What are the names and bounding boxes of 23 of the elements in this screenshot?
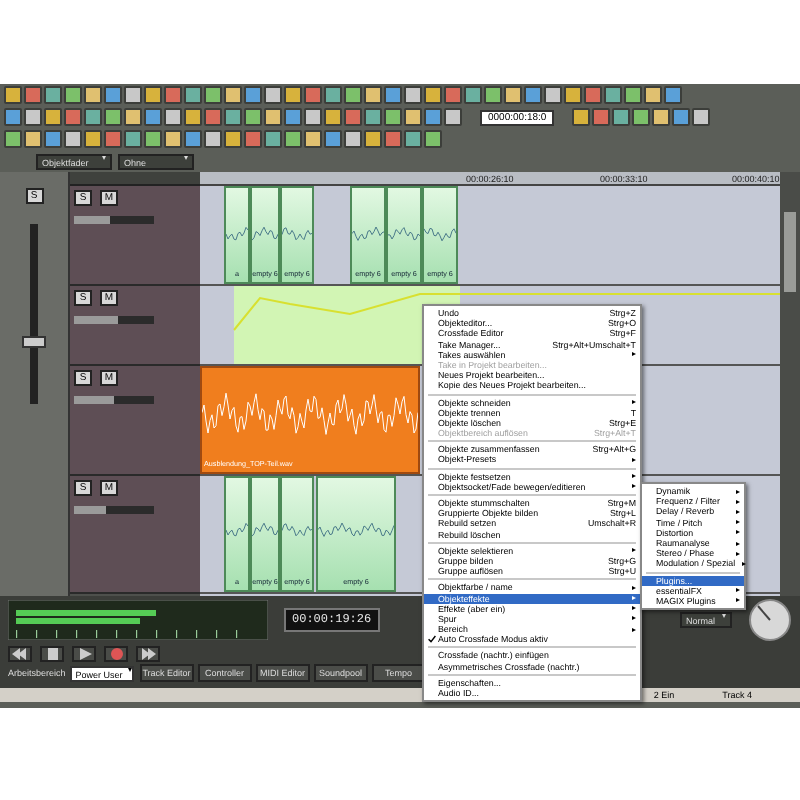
- waveform-drawing: [282, 519, 312, 540]
- waveform-drawing: [352, 223, 384, 243]
- volume-slider[interactable]: [74, 506, 154, 514]
- forward-button[interactable]: [136, 646, 160, 662]
- volume-slider[interactable]: [74, 316, 154, 324]
- volume-slider[interactable]: [74, 216, 154, 224]
- rewind-button[interactable]: [8, 646, 32, 662]
- stop-button[interactable]: [40, 646, 64, 662]
- waveform-drawing: [282, 223, 312, 243]
- waveform-drawing: [226, 223, 248, 243]
- waveform-drawing: [252, 223, 278, 243]
- waveform-drawing: [424, 223, 456, 243]
- waveform-drawing: [388, 223, 420, 243]
- fader-handle[interactable]: [22, 335, 46, 347]
- scrollbar-thumb[interactable]: [784, 212, 796, 292]
- waveform-drawing: [252, 519, 278, 540]
- knob-drawing[interactable]: [748, 598, 792, 642]
- volume-slider[interactable]: [74, 396, 154, 404]
- waveform-drawing: [226, 519, 248, 540]
- play-button[interactable]: [72, 646, 96, 662]
- automation-curve[interactable]: [233, 293, 780, 331]
- record-button[interactable]: [104, 646, 128, 662]
- waveform-drawing: [318, 519, 394, 540]
